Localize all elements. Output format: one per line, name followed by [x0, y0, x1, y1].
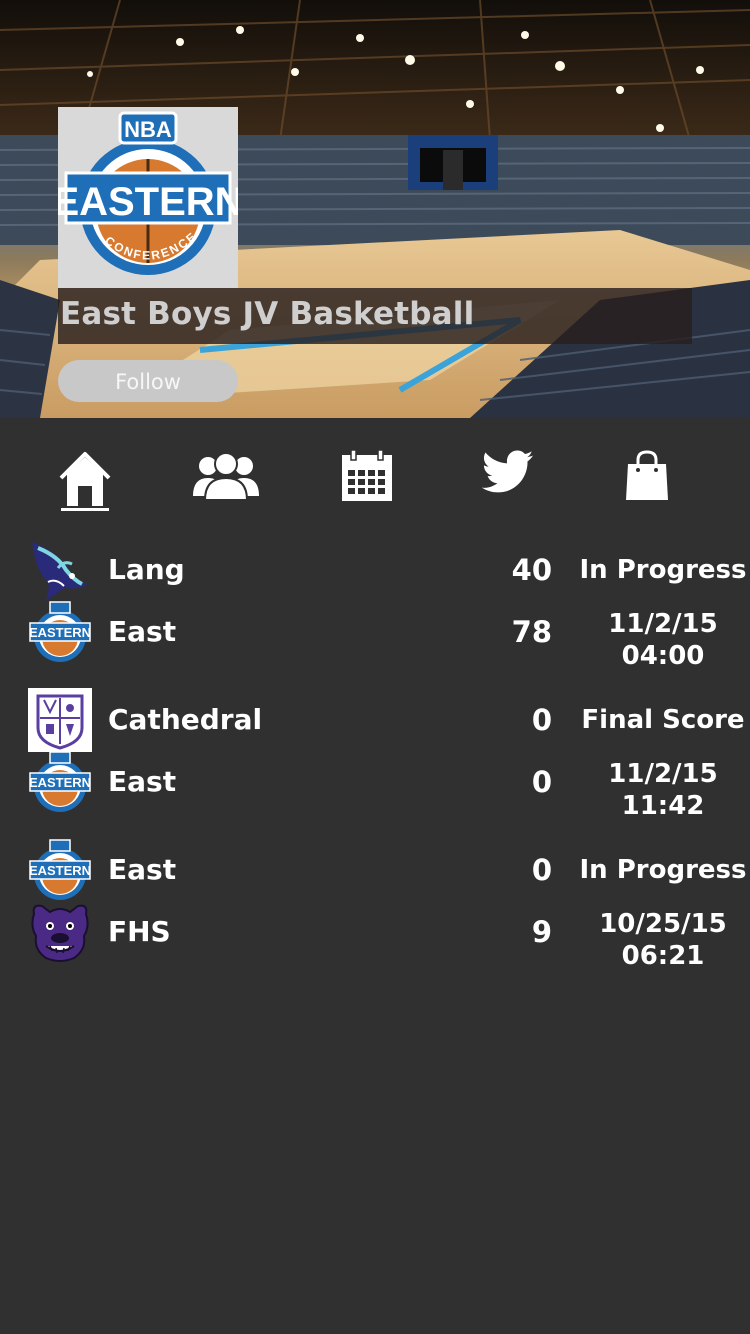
team-score: 0 — [531, 765, 552, 799]
team-name: East — [108, 765, 177, 798]
game-datetime: 10/25/15 06:21 — [578, 908, 748, 972]
game-datetime: 11/2/15 04:00 — [578, 608, 748, 672]
home-icon — [59, 452, 111, 511]
header-banner: NBA EASTERN CONFERENCE East Boys JV Bask… — [0, 0, 750, 418]
users-icon — [193, 452, 259, 501]
team-logo: NBA EASTERN CONFERENCE — [52, 107, 244, 288]
game-status: Final Score — [581, 705, 745, 735]
eastern-logo-icon: EASTERN — [29, 751, 91, 812]
games-list: Lang 40 In Progress EASTERN East 78 11/2… — [0, 532, 750, 982]
game-time: 11:42 — [621, 791, 705, 821]
team-name: FHS — [108, 915, 171, 948]
game-date: 10/25/15 — [599, 909, 727, 939]
twitter-icon — [482, 450, 534, 493]
hornet-logo-icon — [32, 542, 88, 600]
nav-schedule[interactable] — [322, 450, 412, 530]
game-time: 04:00 — [621, 641, 705, 671]
game-card[interactable]: Cathedral 0 Final Score EASTERN East 0 1… — [0, 682, 750, 832]
game-team-row: Lang 40 In Progress — [0, 536, 750, 600]
eastern-logo-icon: EASTERN — [29, 839, 91, 900]
eastern-logo-icon: EASTERN — [29, 601, 91, 662]
nav-home[interactable] — [40, 450, 130, 530]
game-date: 11/2/15 — [608, 759, 718, 789]
team-score: 9 — [531, 915, 552, 949]
game-datetime: 11/2/15 11:42 — [578, 758, 748, 822]
logo-text-nba: NBA — [124, 117, 172, 142]
logo-text-eastern: EASTERN — [58, 180, 238, 224]
team-name: Lang — [108, 553, 185, 586]
bulldog-logo-icon — [31, 904, 89, 962]
cathedral-crest-logo-icon — [28, 688, 92, 752]
nav-roster[interactable] — [181, 450, 271, 530]
game-time: 06:21 — [621, 941, 705, 971]
game-card[interactable]: Lang 40 In Progress EASTERN East 78 11/2… — [0, 532, 750, 682]
game-status: In Progress — [579, 855, 747, 885]
shopping-bag-icon — [626, 450, 668, 500]
team-name: East — [108, 615, 177, 648]
team-score: 40 — [511, 553, 552, 587]
game-team-row: FHS 9 10/25/15 06:21 — [0, 898, 750, 971]
follow-button[interactable]: Follow — [58, 360, 238, 402]
svg-text:EASTERN: EASTERN — [29, 775, 91, 790]
game-team-row: EASTERN East 78 11/2/15 04:00 — [0, 598, 750, 671]
team-title: East Boys JV Basketball — [60, 296, 475, 332]
game-team-row: EASTERN East 0 In Progress — [0, 836, 750, 900]
game-team-row: Cathedral 0 Final Score — [0, 686, 750, 752]
team-score: 0 — [531, 853, 552, 887]
game-card[interactable]: EASTERN East 0 In Progress FHS 9 10/25/1… — [0, 832, 750, 982]
game-team-row: EASTERN East 0 11/2/15 11:42 — [0, 748, 750, 821]
team-name: East — [108, 853, 177, 886]
game-status: In Progress — [579, 555, 747, 585]
nav-store[interactable] — [602, 450, 692, 530]
svg-text:EASTERN: EASTERN — [29, 863, 91, 878]
calendar-icon — [342, 450, 392, 501]
team-score: 0 — [531, 703, 552, 737]
svg-text:EASTERN: EASTERN — [29, 625, 91, 640]
nav-twitter[interactable] — [463, 450, 553, 530]
team-score: 78 — [511, 615, 552, 649]
nav-bar — [0, 440, 750, 530]
game-date: 11/2/15 — [608, 609, 718, 639]
team-name: Cathedral — [108, 703, 263, 736]
